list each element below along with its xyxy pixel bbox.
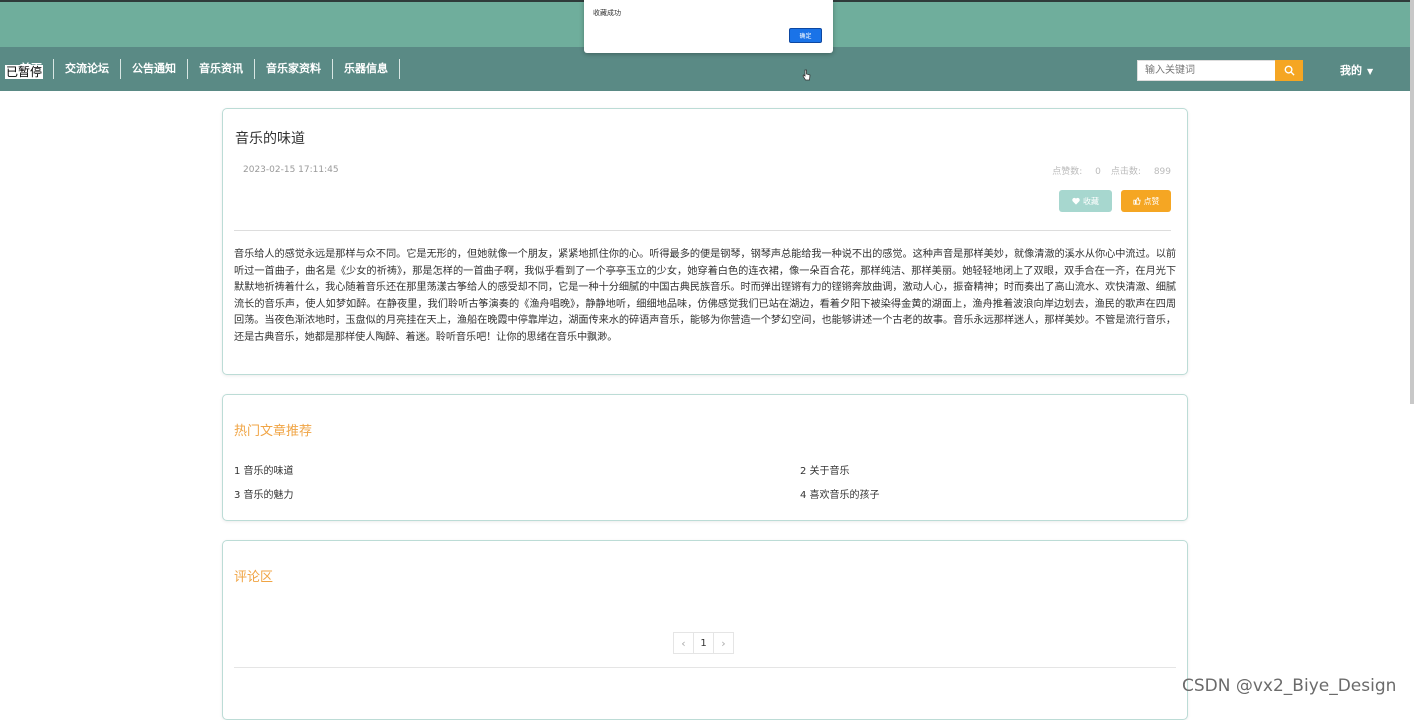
article-stats: 点赞数: 0 点击数: 899 [1052, 164, 1171, 177]
article-card: 音乐的味道 2023-02-15 17:11:45 点赞数: 0 点击数: 899… [222, 108, 1188, 375]
comments-card: 评论区 ‹ 1 › [222, 540, 1188, 720]
favorite-button[interactable]: 收藏 [1059, 190, 1112, 212]
my-account-menu[interactable]: 我的 ▼ [1340, 62, 1373, 78]
search-input[interactable] [1137, 60, 1275, 81]
divider [234, 667, 1176, 668]
my-account-label: 我的 [1340, 64, 1362, 77]
prev-page-button[interactable]: ‹ [673, 632, 694, 654]
nav-item-notice[interactable]: 公告通知 [121, 59, 188, 79]
divider [234, 230, 1171, 231]
nav-item-instruments[interactable]: 乐器信息 [333, 59, 400, 79]
mouse-cursor-icon [802, 69, 811, 84]
page-number-button[interactable]: 1 [693, 632, 714, 654]
watermark: CSDN @vx2_Biye_Design [1182, 676, 1397, 696]
comments-title: 评论区 [234, 570, 274, 585]
heart-icon [1072, 197, 1080, 205]
nav-menu: 首页 交流论坛 公告通知 音乐资讯 音乐家资料 乐器信息 [0, 47, 400, 91]
search-icon [1284, 65, 1295, 76]
navbar: 首页 交流论坛 公告通知 音乐资讯 音乐家资料 乐器信息 已暂停 我的 ▼ [0, 47, 1414, 91]
pagination: ‹ 1 › [673, 632, 734, 654]
hot-article-item[interactable]: 1 音乐的味道 [234, 462, 294, 477]
article-body: 音乐给人的感觉永远是那样与众不同。它是无形的，但她就像一个朋友，紧紧地抓住你的心… [234, 249, 1176, 343]
hot-article-item[interactable]: 2 关于音乐 [800, 462, 850, 477]
likes-count: 点赞数: 0 [1052, 167, 1101, 177]
next-page-button[interactable]: › [713, 632, 734, 654]
hot-articles-title: 热门文章推荐 [234, 424, 313, 439]
search-button[interactable] [1275, 60, 1303, 81]
clicks-count: 点击数: 899 [1110, 167, 1171, 177]
dialog-message: 收藏成功 [593, 9, 621, 17]
hot-articles-card: 热门文章推荐 1 音乐的味道 2 关于音乐 3 音乐的魅力 4 喜欢音乐的孩子 [222, 394, 1188, 521]
hot-article-item[interactable]: 4 喜欢音乐的孩子 [800, 486, 880, 501]
paused-overlay: 已暂停 [5, 65, 44, 79]
scrollbar[interactable] [1410, 0, 1414, 404]
nav-item-news[interactable]: 音乐资讯 [188, 59, 255, 79]
thumbs-up-icon [1132, 197, 1141, 205]
article-title: 音乐的味道 [235, 131, 305, 147]
search-box [1137, 60, 1303, 81]
nav-item-forum[interactable]: 交流论坛 [54, 59, 121, 79]
hot-article-item[interactable]: 3 音乐的魅力 [234, 486, 294, 501]
article-date: 2023-02-15 17:11:45 [243, 165, 339, 175]
alert-dialog: 收藏成功 确定 [584, 0, 833, 53]
nav-item-musicians[interactable]: 音乐家资料 [255, 59, 333, 79]
like-button[interactable]: 点赞 [1121, 190, 1171, 212]
caret-down-icon: ▼ [1367, 67, 1374, 76]
dialog-ok-button[interactable]: 确定 [789, 28, 822, 43]
